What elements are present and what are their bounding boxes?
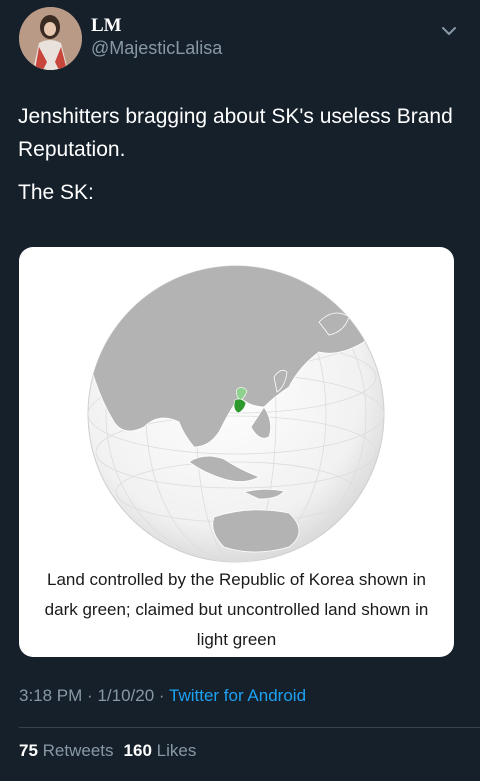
tweet-text: Jenshitters bragging about SK's useless … bbox=[18, 100, 458, 209]
tweet-header: LM @MajesticLalisa bbox=[0, 0, 480, 80]
divider bbox=[19, 727, 480, 728]
retweets-stat[interactable]: 75 Retweets bbox=[19, 741, 114, 760]
tweet-text-line: Jenshitters bragging about SK's useless … bbox=[18, 105, 453, 161]
chevron-down-icon[interactable] bbox=[441, 26, 457, 36]
retweets-label: Retweets bbox=[42, 741, 114, 760]
likes-stat[interactable]: 160 Likes bbox=[124, 741, 197, 760]
tweet-source-link[interactable]: Twitter for Android bbox=[169, 686, 306, 705]
author-handle[interactable]: @MajesticLalisa bbox=[91, 38, 222, 59]
avatar[interactable] bbox=[19, 7, 82, 70]
author-name[interactable]: LM bbox=[91, 15, 122, 37]
likes-label: Likes bbox=[156, 741, 197, 760]
media-caption: Land controlled by the Republic of Korea… bbox=[44, 570, 429, 649]
retweets-count: 75 bbox=[19, 741, 38, 760]
tweet-media-card[interactable]: Land controlled by the Republic of Korea… bbox=[19, 247, 454, 657]
globe-map-image bbox=[87, 265, 385, 563]
tweet-meta: 3:18 PM · 1/10/20 · Twitter for Android bbox=[19, 686, 306, 706]
tweet-date: 1/10/20 bbox=[97, 686, 155, 705]
meta-separator: · bbox=[158, 686, 165, 705]
tweet-stats: 75 Retweets 160 Likes bbox=[19, 741, 196, 761]
tweet-text-line: The SK: bbox=[18, 181, 94, 204]
meta-separator: · bbox=[87, 686, 93, 705]
tweet-time: 3:18 PM bbox=[19, 686, 83, 705]
likes-count: 160 bbox=[123, 741, 152, 760]
